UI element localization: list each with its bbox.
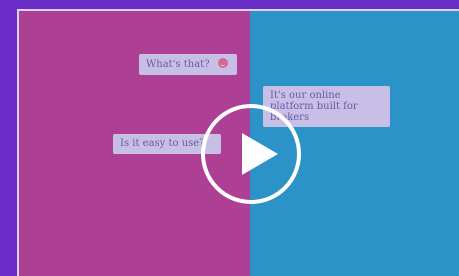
smiley-emoji-icon (217, 58, 228, 68)
play-button[interactable] (201, 104, 301, 204)
chat-bubble-whats-that: What's that? (139, 54, 237, 75)
bubble-text: Is it easy to use? (120, 138, 205, 149)
video-thumbnail[interactable]: What's that? It's our online platform bu… (17, 9, 459, 276)
play-icon (242, 133, 278, 175)
bubble-text: What's that? (146, 59, 210, 70)
